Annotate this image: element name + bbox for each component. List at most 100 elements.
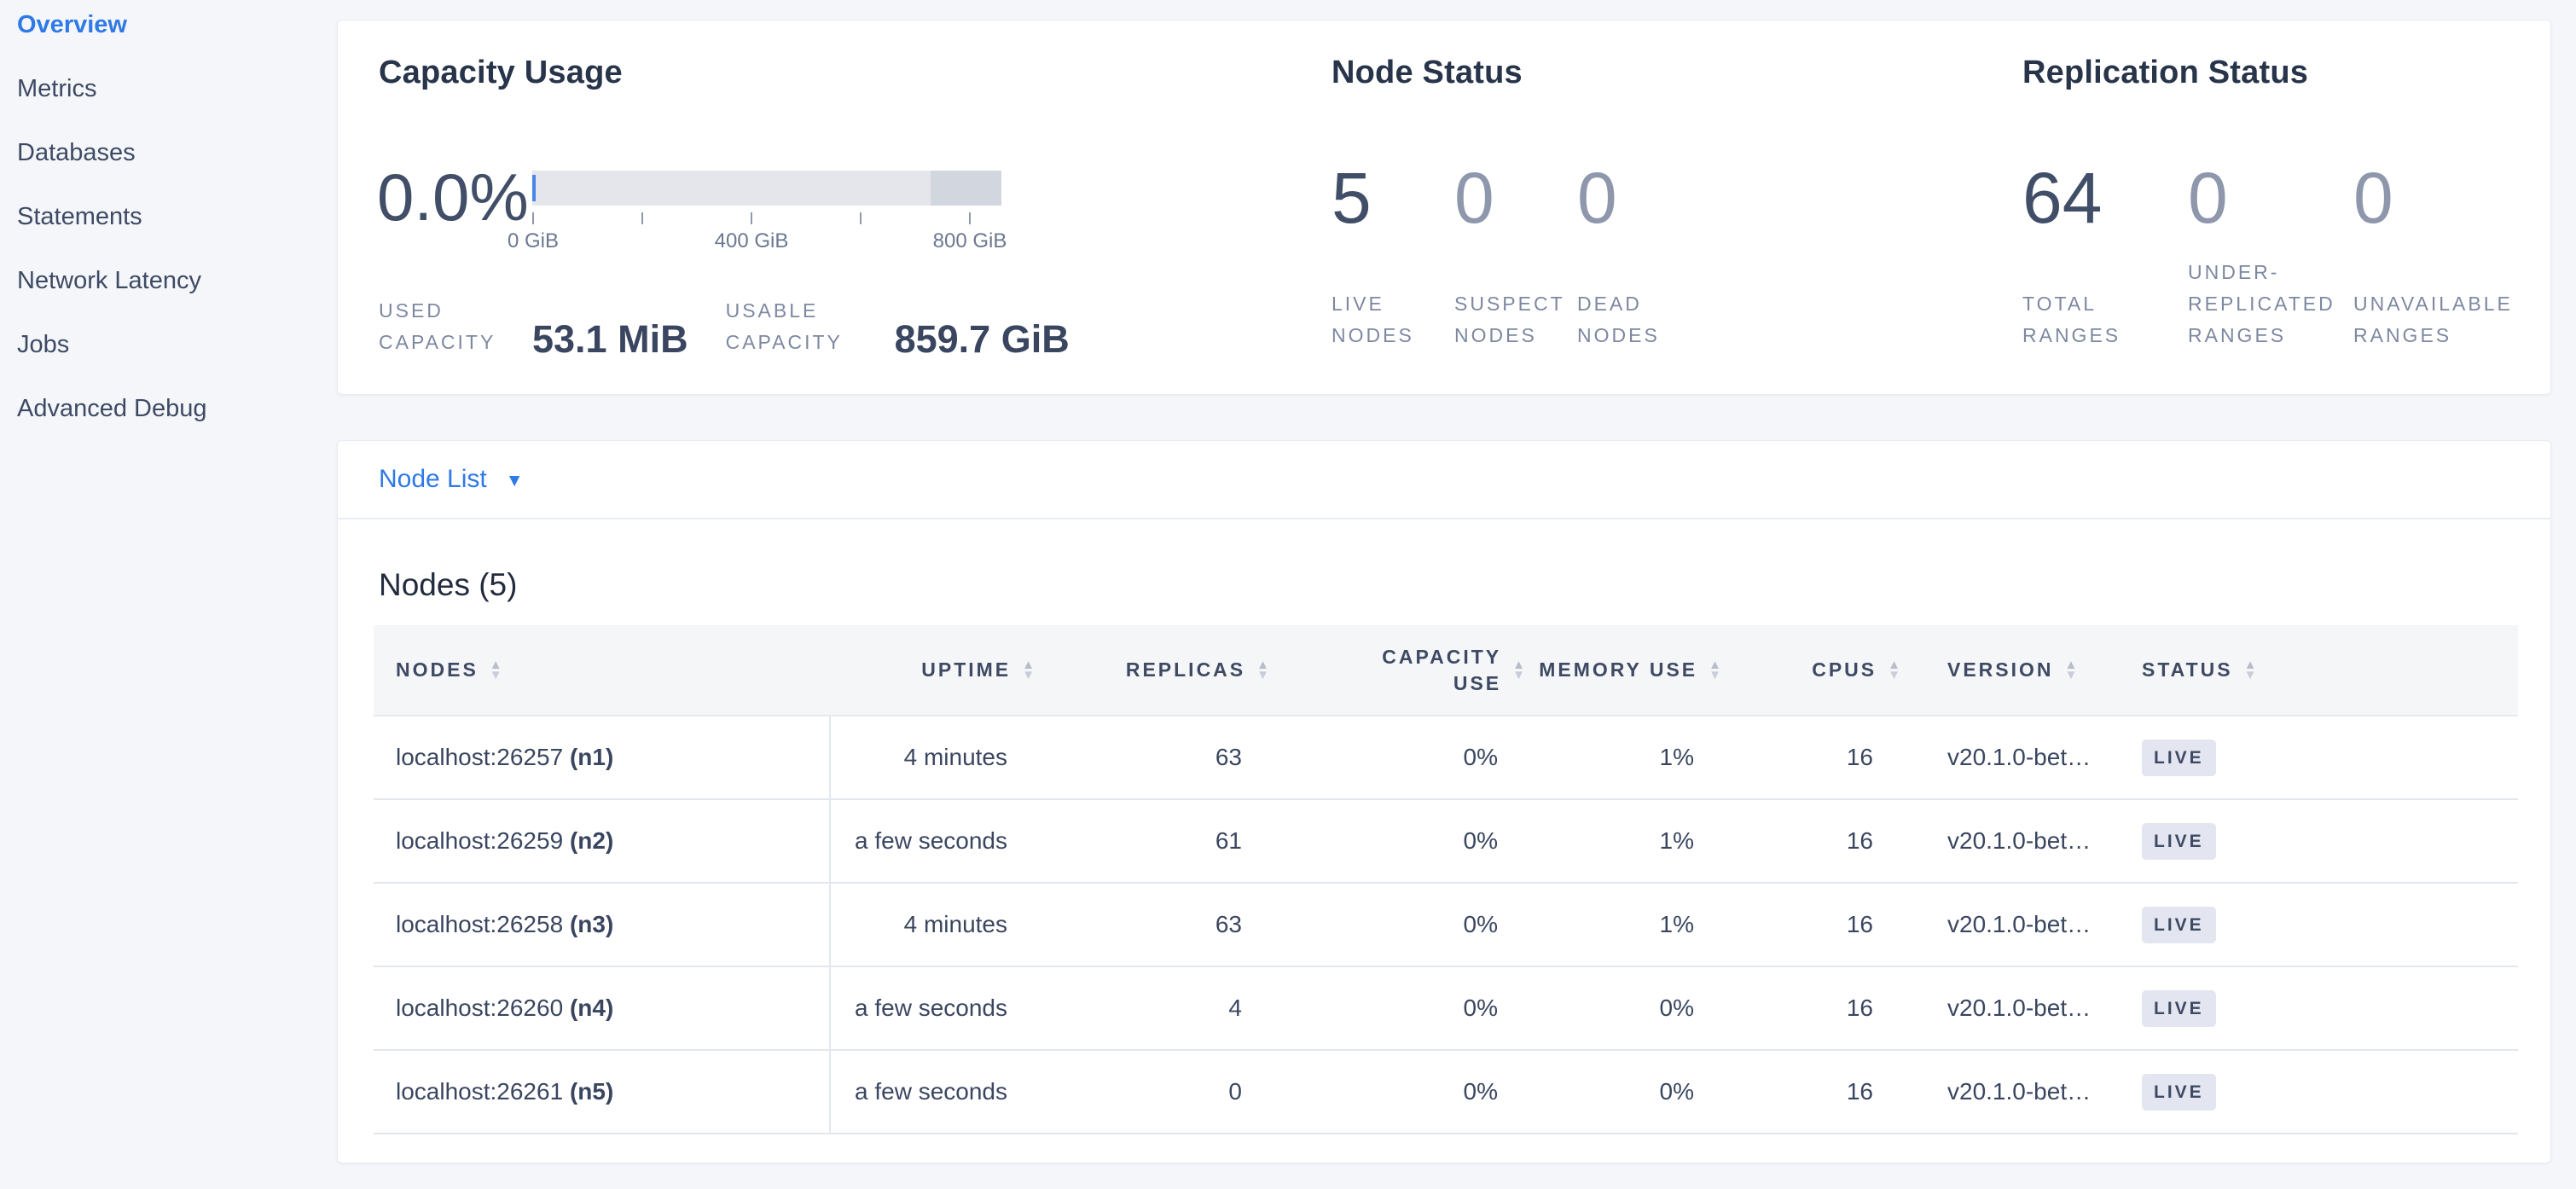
total-ranges-value: 64 bbox=[2022, 157, 2102, 240]
capacity-usage-title: Capacity Usage bbox=[379, 55, 623, 91]
cell-capacity: 0% bbox=[1280, 799, 1536, 883]
unavailable-ranges-value: 0 bbox=[2353, 157, 2393, 240]
status-badge: LIVE bbox=[2142, 823, 2216, 860]
cluster-summary-panel: Capacity Usage 0.0% 0 GiB 400 GiB 800 Gi… bbox=[337, 20, 2551, 395]
column-label: MEMORY USE bbox=[1539, 657, 1697, 683]
column-label: UPTIME bbox=[921, 657, 1011, 683]
cell-nodes: localhost:26257 (n1) bbox=[374, 716, 830, 799]
column-header-memory[interactable]: MEMORY USE ▲▼ bbox=[1536, 625, 1732, 716]
node-status-stat-live-nodes: 5LIVE NODES bbox=[1332, 20, 1454, 394]
cell-capacity: 0% bbox=[1280, 883, 1536, 966]
sidebar-item-overview[interactable]: Overview bbox=[17, 12, 334, 38]
node-status-stat-dead-nodes: 0DEAD NODES bbox=[1577, 20, 1700, 394]
axis-tick bbox=[860, 212, 862, 224]
column-header-uptime[interactable]: UPTIME ▲▼ bbox=[830, 625, 1046, 716]
sidebar-item-metrics[interactable]: Metrics bbox=[17, 76, 334, 102]
cell-uptime: a few seconds bbox=[830, 799, 1046, 883]
cell-status: LIVE bbox=[2125, 966, 2518, 1050]
node-status-stats: 5LIVE NODES0SUSPECT NODES0DEAD NODES bbox=[1332, 20, 1700, 394]
live-nodes-label: LIVE NODES bbox=[1332, 288, 1454, 351]
total-ranges-label: TOTAL RANGES bbox=[2022, 288, 2184, 351]
cell-nodes: localhost:26261 (n5) bbox=[374, 1050, 830, 1134]
node-address: localhost:26260 bbox=[396, 995, 570, 1021]
node-address: localhost:26257 bbox=[396, 744, 570, 770]
axis-tick bbox=[751, 212, 752, 224]
node-id: (n4) bbox=[570, 995, 613, 1021]
replication-status-stats: 64TOTAL RANGES0UNDER-REPLICATED RANGES0U… bbox=[2022, 20, 2519, 394]
cell-replicas: 63 bbox=[1046, 883, 1280, 966]
column-header-version[interactable]: VERSION ▲▼ bbox=[1912, 625, 2125, 716]
cell-uptime: a few seconds bbox=[830, 1050, 1046, 1134]
sort-arrows-icon: ▲▼ bbox=[1022, 660, 1037, 681]
sort-arrows-icon: ▲▼ bbox=[2065, 660, 2080, 681]
replication-stat-unavailable-ranges: 0 UNAVAILABLE RANGES bbox=[2353, 20, 2519, 394]
cell-replicas: 4 bbox=[1046, 966, 1280, 1050]
status-badge: LIVE bbox=[2142, 740, 2216, 776]
cell-status: LIVE bbox=[2125, 883, 2518, 966]
node-address: localhost:26261 bbox=[396, 1078, 570, 1105]
sidebar-item-network-latency[interactable]: Network Latency bbox=[17, 268, 334, 293]
cell-replicas: 61 bbox=[1046, 799, 1280, 883]
node-id: (n1) bbox=[570, 744, 613, 770]
column-header-nodes[interactable]: NODES▲▼ bbox=[374, 625, 830, 716]
capacity-bar-chart: 0 GiB 400 GiB 800 GiB bbox=[532, 171, 1001, 264]
column-label: STATUS bbox=[2142, 657, 2233, 683]
node-address: localhost:26259 bbox=[396, 827, 570, 854]
nodes-table-title: Nodes (5) bbox=[379, 567, 517, 603]
column-header-capacity[interactable]: CAPACITY USE▲▼ bbox=[1280, 625, 1536, 716]
cell-status: LIVE bbox=[2125, 716, 2518, 799]
node-list-dropdown[interactable]: Node List ▼ bbox=[338, 441, 2550, 519]
node-list-panel: Node List ▼ Nodes (5) NODES▲▼UPTIME▲▼REP… bbox=[337, 440, 2551, 1163]
cell-memory: 0% bbox=[1536, 966, 1732, 1050]
usable-capacity-value: 859.7 GiB bbox=[895, 321, 1070, 358]
replication-stat-under-replicated-ranges: 0 UNDER-REPLICATED RANGES bbox=[2188, 20, 2353, 394]
status-badge: LIVE bbox=[2142, 907, 2216, 943]
axis-tick-label: 0 GiB bbox=[508, 229, 559, 253]
cell-cpus: 16 bbox=[1732, 883, 1912, 966]
table-row[interactable]: localhost:26260 (n4)a few seconds40%0%16… bbox=[374, 966, 2518, 1050]
node-address: localhost:26258 bbox=[396, 911, 570, 937]
cell-cpus: 16 bbox=[1732, 966, 1912, 1050]
capacity-stats-row: USED CAPACITY 53.1 MiB USABLE CAPACITY 8… bbox=[379, 295, 1070, 358]
table-row[interactable]: localhost:26257 (n1)4 minutes630%1%16v20… bbox=[374, 716, 2518, 799]
column-header-status[interactable]: STATUS ▲▼ bbox=[2125, 625, 2518, 716]
sidebar-item-statements[interactable]: Statements bbox=[17, 204, 334, 229]
column-header-cpus[interactable]: CPUS ▲▼ bbox=[1732, 625, 1912, 716]
cell-nodes: localhost:26258 (n3) bbox=[374, 883, 830, 966]
sidebar-item-advanced-debug[interactable]: Advanced Debug bbox=[17, 396, 334, 421]
axis-tick bbox=[532, 212, 534, 224]
sort-arrows-icon: ▲▼ bbox=[490, 660, 505, 681]
table-header-row: NODES▲▼UPTIME▲▼REPLICAS▲▼CAPACITY USE▲▼M… bbox=[374, 625, 2518, 716]
node-id: (n3) bbox=[570, 911, 613, 937]
dead-nodes-label: DEAD NODES bbox=[1577, 288, 1700, 351]
cell-version: v20.1.0-bet… bbox=[1912, 1050, 2125, 1134]
cell-uptime: 4 minutes bbox=[830, 883, 1046, 966]
axis-tick-label: 800 GiB bbox=[933, 229, 1007, 253]
table-row[interactable]: localhost:26259 (n2)a few seconds610%1%1… bbox=[374, 799, 2518, 883]
sort-arrows-icon: ▲▼ bbox=[1256, 660, 1272, 681]
sort-arrows-icon: ▲▼ bbox=[1512, 660, 1528, 681]
sort-arrows-icon: ▲▼ bbox=[1709, 660, 1724, 681]
sidebar-item-jobs[interactable]: Jobs bbox=[17, 332, 334, 357]
replication-stat-total-ranges: 64 TOTAL RANGES bbox=[2022, 20, 2188, 394]
axis-tick-label: 400 GiB bbox=[715, 229, 789, 253]
cell-replicas: 0 bbox=[1046, 1050, 1280, 1134]
node-id: (n5) bbox=[570, 1078, 613, 1105]
cell-cpus: 16 bbox=[1732, 799, 1912, 883]
used-capacity-label: USED CAPACITY bbox=[379, 295, 522, 358]
unavailable-ranges-label: UNAVAILABLE RANGES bbox=[2353, 288, 2515, 351]
cell-memory: 1% bbox=[1536, 883, 1732, 966]
under-replicated-ranges-label: UNDER-REPLICATED RANGES bbox=[2188, 257, 2350, 351]
sort-arrows-icon: ▲▼ bbox=[1888, 660, 1903, 681]
column-label: VERSION bbox=[1947, 657, 2054, 683]
sort-arrows-icon: ▲▼ bbox=[2244, 660, 2260, 681]
sidebar-item-databases[interactable]: Databases bbox=[17, 140, 334, 165]
cell-status: LIVE bbox=[2125, 799, 2518, 883]
table-row[interactable]: localhost:26258 (n3)4 minutes630%1%16v20… bbox=[374, 883, 2518, 966]
column-label: CPUS bbox=[1812, 657, 1877, 683]
cell-capacity: 0% bbox=[1280, 1050, 1536, 1134]
column-header-replicas[interactable]: REPLICAS▲▼ bbox=[1046, 625, 1280, 716]
cell-cpus: 16 bbox=[1732, 1050, 1912, 1134]
table-row[interactable]: localhost:26261 (n5)a few seconds00%0%16… bbox=[374, 1050, 2518, 1134]
under-replicated-ranges-value: 0 bbox=[2188, 157, 2228, 240]
